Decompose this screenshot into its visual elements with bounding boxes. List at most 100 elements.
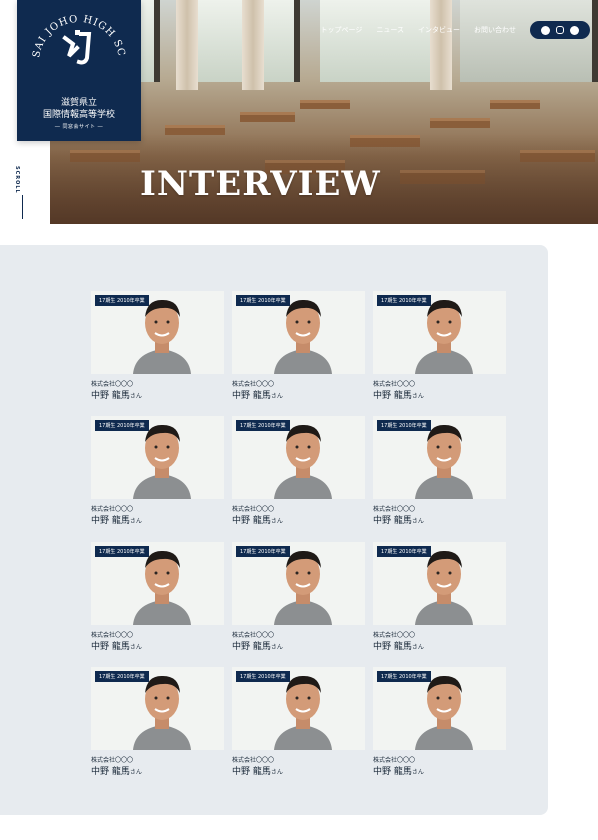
person-name-text: 中野 龍馬: [232, 767, 271, 777]
honorific: さん: [129, 769, 142, 776]
person-name-text: 中野 龍馬: [373, 767, 412, 777]
honorific: さん: [411, 769, 424, 776]
company-name: 株式会社〇〇〇: [232, 506, 275, 513]
class-year-badge: 17期生 2010年卒業: [95, 546, 149, 557]
logo-school-name: 国際情報高等学校: [42, 110, 115, 120]
interview-card[interactable]: 17期生 2010年卒業 株式会社〇〇〇 中野 龍馬さん: [373, 416, 506, 526]
class-year-badge: 17期生 2010年卒業: [236, 546, 290, 557]
interview-photo: 17期生 2010年卒業: [232, 542, 365, 625]
page: INTERVIEW トップページ ニュース インタビュー お問い合わせ KOKU…: [0, 0, 598, 840]
company-name: 株式会社〇〇〇: [373, 506, 416, 513]
interview-photo: 17期生 2010年卒業: [91, 291, 224, 374]
person-name-text: 中野 龍馬: [91, 516, 130, 526]
person-name: 中野 龍馬さん: [373, 513, 424, 526]
interview-card[interactable]: 17期生 2010年卒業 株式会社〇〇〇 中野 龍馬さん: [91, 416, 224, 526]
honorific: さん: [411, 518, 424, 525]
person-name-text: 中野 龍馬: [373, 391, 412, 401]
person-name-text: 中野 龍馬: [91, 391, 130, 401]
interview-card[interactable]: 17期生 2010年卒業 株式会社〇〇〇 中野 龍馬さん: [373, 291, 506, 401]
company-name: 株式会社〇〇〇: [232, 381, 275, 388]
interview-card[interactable]: 17期生 2010年卒業 株式会社〇〇〇 中野 龍馬さん: [232, 667, 365, 777]
page-title: INTERVIEW: [140, 164, 381, 204]
interview-card[interactable]: 17期生 2010年卒業 株式会社〇〇〇 中野 龍馬さん: [91, 291, 224, 401]
honorific: さん: [411, 644, 424, 651]
person-name: 中野 龍馬さん: [91, 764, 142, 777]
honorific: さん: [129, 393, 142, 400]
interview-photo: 17期生 2010年卒業: [91, 542, 224, 625]
honorific: さん: [270, 393, 283, 400]
nav-item-contact[interactable]: お問い合わせ: [474, 25, 516, 35]
social-links: [530, 21, 590, 39]
class-year-badge: 17期生 2010年卒業: [377, 546, 431, 557]
interview-card[interactable]: 17期生 2010年卒業 株式会社〇〇〇 中野 龍馬さん: [373, 667, 506, 777]
class-year-badge: 17期生 2010年卒業: [236, 420, 290, 431]
person-name: 中野 龍馬さん: [91, 388, 142, 401]
class-year-badge: 17期生 2010年卒業: [377, 671, 431, 682]
company-name: 株式会社〇〇〇: [91, 632, 134, 639]
nav-item-top[interactable]: トップページ: [320, 25, 362, 35]
person-name: 中野 龍馬さん: [232, 513, 283, 526]
honorific: さん: [129, 644, 142, 651]
honorific: さん: [270, 769, 283, 776]
class-year-badge: 17期生 2010年卒業: [95, 295, 149, 306]
logo-subtitle: ― 同窓会サイト ―: [54, 124, 104, 130]
person-name-text: 中野 龍馬: [373, 516, 412, 526]
person-name-text: 中野 龍馬: [373, 642, 412, 652]
person-name-text: 中野 龍馬: [232, 516, 271, 526]
person-name: 中野 龍馬さん: [373, 388, 424, 401]
person-name-text: 中野 龍馬: [91, 767, 130, 777]
honorific: さん: [129, 518, 142, 525]
person-name: 中野 龍馬さん: [91, 639, 142, 652]
school-logo[interactable]: KOKUSAI JOHO HIGH SCHOOL 滋賀県立 国際情報高等学校 ―…: [17, 0, 141, 141]
main-nav: トップページ ニュース インタビュー お問い合わせ: [320, 21, 590, 39]
person-name-text: 中野 龍馬: [232, 642, 271, 652]
class-year-badge: 17期生 2010年卒業: [236, 295, 290, 306]
person-name: 中野 龍馬さん: [91, 513, 142, 526]
class-year-badge: 17期生 2010年卒業: [95, 671, 149, 682]
person-name-text: 中野 龍馬: [91, 642, 130, 652]
interview-card[interactable]: 17期生 2010年卒業 株式会社〇〇〇 中野 龍馬さん: [232, 291, 365, 401]
class-year-badge: 17期生 2010年卒業: [95, 420, 149, 431]
interview-card[interactable]: 17期生 2010年卒業 株式会社〇〇〇 中野 龍馬さん: [91, 542, 224, 652]
interview-photo: 17期生 2010年卒業: [373, 667, 506, 750]
nav-item-interview[interactable]: インタビュー: [418, 25, 460, 35]
company-name: 株式会社〇〇〇: [91, 381, 134, 388]
honorific: さん: [270, 518, 283, 525]
interview-card[interactable]: 17期生 2010年卒業 株式会社〇〇〇 中野 龍馬さん: [91, 667, 224, 777]
person-name-text: 中野 龍馬: [232, 391, 271, 401]
interview-card[interactable]: 17期生 2010年卒業 株式会社〇〇〇 中野 龍馬さん: [232, 416, 365, 526]
line-icon[interactable]: [570, 25, 579, 35]
class-year-badge: 17期生 2010年卒業: [377, 295, 431, 306]
person-name: 中野 龍馬さん: [232, 388, 283, 401]
interview-photo: 17期生 2010年卒業: [373, 291, 506, 374]
interview-card[interactable]: 17期生 2010年卒業 株式会社〇〇〇 中野 龍馬さん: [232, 542, 365, 652]
interview-photo: 17期生 2010年卒業: [91, 416, 224, 499]
honorific: さん: [270, 644, 283, 651]
scroll-line: [22, 195, 23, 219]
honorific: さん: [411, 393, 424, 400]
class-year-badge: 17期生 2010年卒業: [377, 420, 431, 431]
company-name: 株式会社〇〇〇: [232, 632, 275, 639]
company-name: 株式会社〇〇〇: [373, 381, 416, 388]
interview-photo: 17期生 2010年卒業: [91, 667, 224, 750]
interview-photo: 17期生 2010年卒業: [232, 291, 365, 374]
interview-card[interactable]: 17期生 2010年卒業 株式会社〇〇〇 中野 龍馬さん: [373, 542, 506, 652]
interview-list: 17期生 2010年卒業 株式会社〇〇〇 中野 龍馬さん 17期生 2010年卒…: [0, 245, 548, 815]
company-name: 株式会社〇〇〇: [373, 757, 416, 764]
company-name: 株式会社〇〇〇: [91, 757, 134, 764]
scroll-label: SCROLL: [14, 166, 20, 194]
person-name: 中野 龍馬さん: [373, 639, 424, 652]
company-name: 株式会社〇〇〇: [232, 757, 275, 764]
person-name: 中野 龍馬さん: [373, 764, 424, 777]
instagram-icon[interactable]: [556, 26, 564, 34]
interview-photo: 17期生 2010年卒業: [373, 416, 506, 499]
emblem-icon: KOKUSAI JOHO HIGH SCHOOL: [17, 0, 126, 65]
class-year-badge: 17期生 2010年卒業: [236, 671, 290, 682]
company-name: 株式会社〇〇〇: [373, 632, 416, 639]
interview-photo: 17期生 2010年卒業: [373, 542, 506, 625]
interview-photo: 17期生 2010年卒業: [232, 667, 365, 750]
interview-photo: 17期生 2010年卒業: [232, 416, 365, 499]
person-name: 中野 龍馬さん: [232, 764, 283, 777]
facebook-icon[interactable]: [541, 25, 550, 35]
nav-item-news[interactable]: ニュース: [376, 25, 404, 35]
